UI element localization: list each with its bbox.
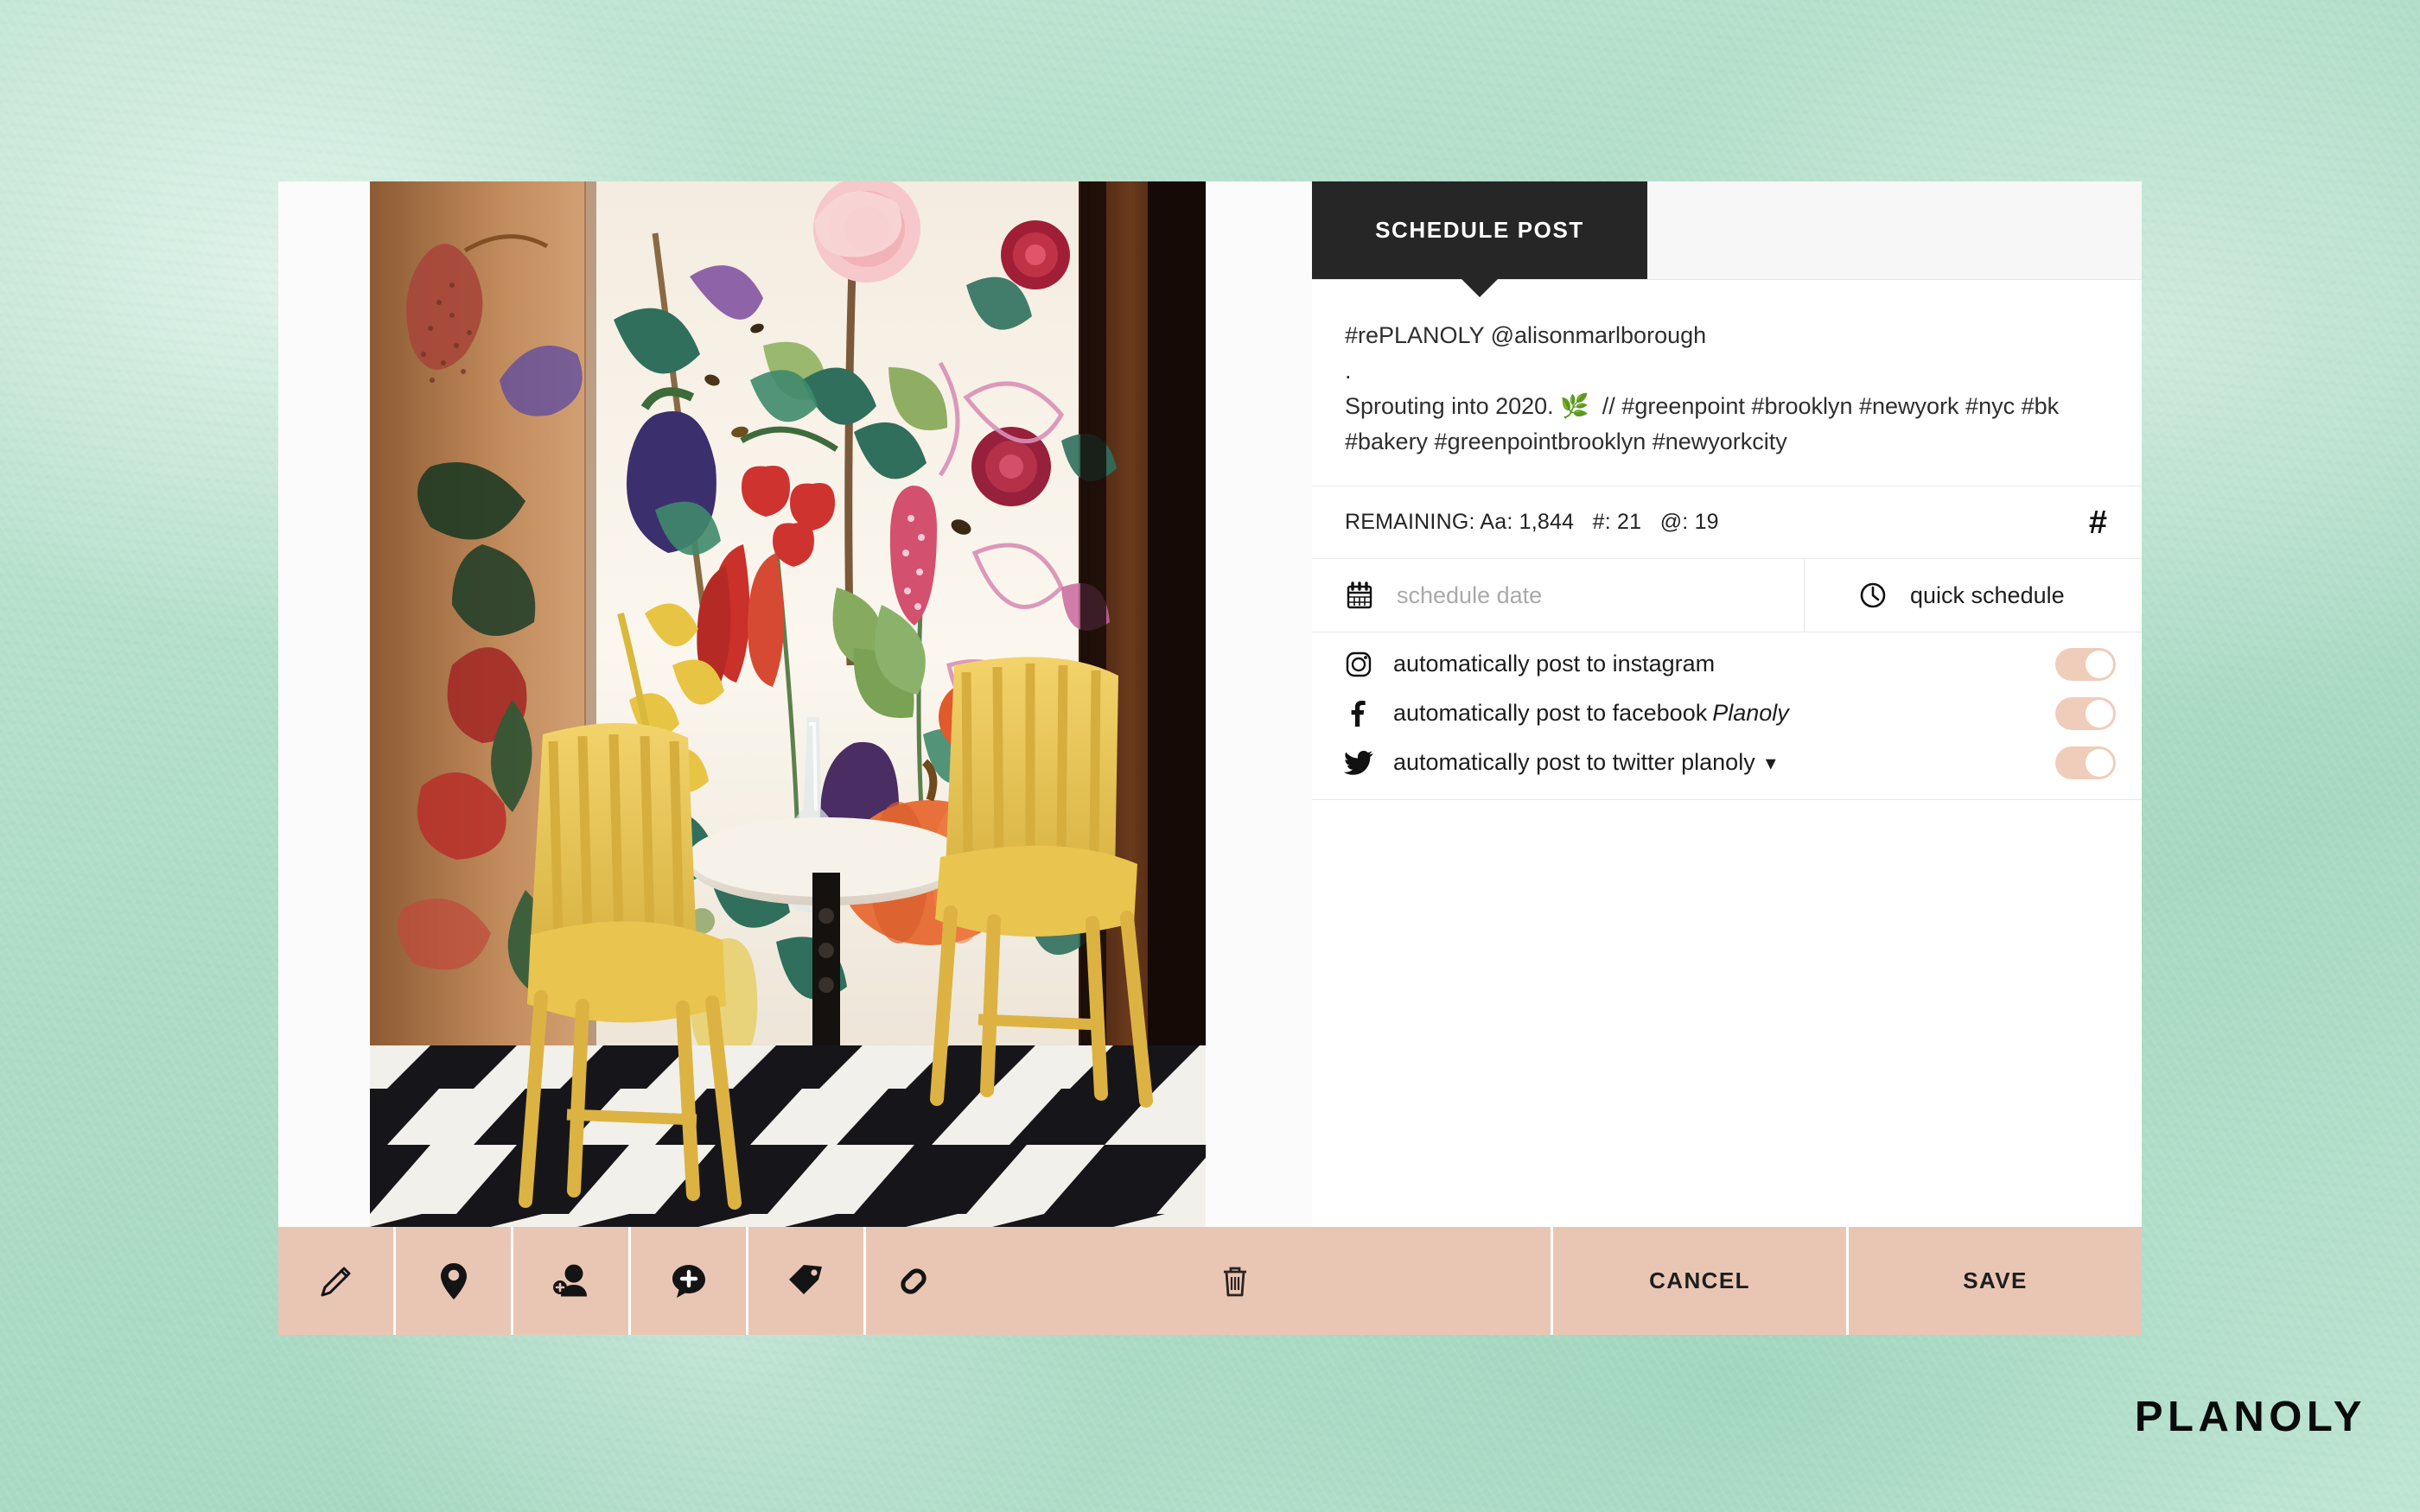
tab-pointer-icon: [1461, 278, 1499, 297]
pencil-icon: [318, 1263, 354, 1299]
remaining-counter-text: REMAINING: Aa: 1,844 #: 21 @: 19: [1345, 510, 1719, 534]
edit-image-button[interactable]: [278, 1227, 396, 1335]
comment-button[interactable]: [631, 1227, 748, 1335]
bottom-bar: CANCEL SAVE: [278, 1227, 2142, 1335]
instagram-icon: [1343, 649, 1374, 680]
link-icon: [894, 1263, 933, 1299]
toggle-knob: [2086, 650, 2113, 678]
calendar-icon: [1345, 581, 1374, 610]
tab-schedule-post-label: SCHEDULE POST: [1375, 217, 1584, 243]
autopost-row-instagram[interactable]: automatically post to instagram: [1312, 639, 2142, 689]
schedule-post-card: SCHEDULE POST #rePLANOLY @alisonmarlboro…: [278, 181, 2142, 1335]
chevron-down-icon[interactable]: ▾: [1766, 751, 1776, 776]
toggle-knob: [2086, 748, 2113, 777]
toggle-knob: [2086, 699, 2113, 727]
location-button[interactable]: [396, 1227, 513, 1335]
tab-schedule-post[interactable]: SCHEDULE POST: [1312, 181, 1647, 297]
autopost-label-twitter: automatically post to twitter planoly ▾: [1393, 749, 1776, 776]
character-counter-row: REMAINING: Aa: 1,844 #: 21 @: 19 #: [1312, 486, 2142, 559]
planoly-logo: PLANOLY: [2134, 1394, 2366, 1440]
post-photo[interactable]: [370, 181, 1206, 1227]
trash-icon: [1220, 1264, 1250, 1299]
media-column: [278, 181, 1312, 1227]
caption-field[interactable]: #rePLANOLY @alisonmarlborough . Sproutin…: [1312, 280, 2142, 486]
schedule-row: schedule date quick schedule: [1312, 559, 2142, 632]
autopost-toggle-instagram[interactable]: [2055, 647, 2116, 681]
tag-user-button[interactable]: [513, 1227, 631, 1335]
delete-button[interactable]: [1220, 1264, 1250, 1299]
hashtag-manager-button[interactable]: #: [2082, 505, 2114, 541]
location-pin-icon: [439, 1262, 468, 1300]
link-button[interactable]: [866, 1227, 1312, 1335]
schedule-panel: SCHEDULE POST #rePLANOLY @alisonmarlboro…: [1312, 181, 2142, 1227]
schedule-date-placeholder: schedule date: [1397, 581, 1543, 608]
autopost-row-twitter[interactable]: automatically post to twitter planoly ▾: [1312, 738, 2142, 787]
post-tools-toolbar: [278, 1227, 1312, 1335]
product-tag-button[interactable]: [748, 1227, 866, 1335]
caption-text: #rePLANOLY @alisonmarlborough . Sproutin…: [1345, 322, 2060, 455]
action-spacer: [1312, 1227, 1553, 1335]
schedule-date-field[interactable]: schedule date: [1312, 559, 1805, 632]
autopost-toggle-facebook[interactable]: [2055, 696, 2116, 730]
quick-schedule-label: quick schedule: [1910, 581, 2065, 608]
panel-header: SCHEDULE POST: [1312, 181, 2142, 297]
facebook-icon: [1343, 698, 1374, 729]
clock-icon: [1858, 581, 1888, 610]
action-bar: CANCEL SAVE: [1312, 1227, 2142, 1335]
facebook-page-name: Planoly: [1712, 700, 1789, 726]
save-button[interactable]: SAVE: [1849, 1227, 2142, 1335]
comment-plus-icon: [670, 1262, 708, 1300]
add-person-icon: [552, 1263, 590, 1299]
quick-schedule-button[interactable]: quick schedule: [1805, 559, 2142, 632]
autopost-toggle-twitter[interactable]: [2055, 746, 2116, 779]
autopost-label-instagram: automatically post to instagram: [1393, 651, 1716, 677]
cancel-button[interactable]: CANCEL: [1553, 1227, 1849, 1335]
autopost-label-facebook: automatically post to facebook Planoly: [1393, 700, 1789, 726]
price-tag-icon: [787, 1263, 825, 1299]
twitter-icon: [1343, 747, 1374, 778]
autopost-list: automatically post to instagram automati…: [1312, 632, 2142, 800]
autopost-row-facebook[interactable]: automatically post to facebook Planoly: [1312, 689, 2142, 738]
